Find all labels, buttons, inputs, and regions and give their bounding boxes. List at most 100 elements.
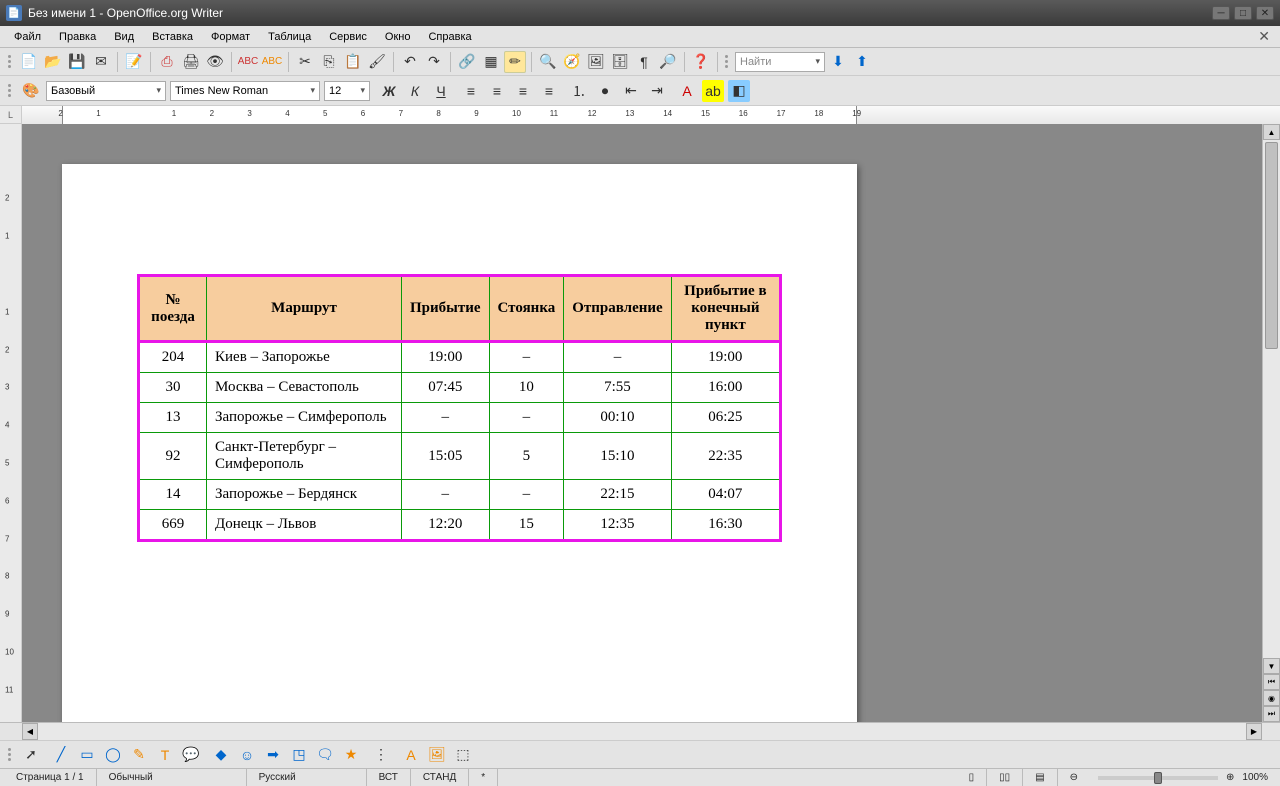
numbered-list-icon[interactable]: ⒈ bbox=[568, 80, 590, 102]
indent-inc-icon[interactable]: ⇥ bbox=[646, 80, 668, 102]
cell-departure[interactable]: 22:15 bbox=[564, 480, 671, 510]
zoom-in-icon[interactable]: ⊕ bbox=[1226, 772, 1234, 783]
cell-route[interactable]: Донецк – Львов bbox=[207, 510, 402, 541]
text-icon[interactable]: T bbox=[154, 744, 176, 766]
rect-icon[interactable]: ▭ bbox=[76, 744, 98, 766]
fontwork-icon[interactable]: A bbox=[400, 744, 422, 766]
stars-icon[interactable]: ★ bbox=[340, 744, 362, 766]
undo-icon[interactable]: ↶ bbox=[399, 51, 421, 73]
save-icon[interactable]: 💾 bbox=[66, 51, 88, 73]
cell-arrival[interactable]: 15:05 bbox=[402, 433, 490, 480]
table-row[interactable]: 669Донецк – Львов12:201512:3516:30 bbox=[139, 510, 781, 541]
print-icon[interactable]: 🖨 bbox=[180, 51, 202, 73]
toolbar-handle-4[interactable] bbox=[6, 746, 14, 763]
italic-icon[interactable]: К bbox=[404, 80, 426, 102]
toolbar-handle-3[interactable] bbox=[6, 82, 14, 99]
points-icon[interactable]: ⋮ bbox=[370, 744, 392, 766]
cell-stop[interactable]: 10 bbox=[489, 373, 564, 403]
prev-page-icon[interactable]: ⏮ bbox=[1263, 674, 1280, 690]
table-row[interactable]: 13Запорожье – Симферополь––00:1006:25 bbox=[139, 403, 781, 433]
cell-route[interactable]: Киев – Запорожье bbox=[207, 342, 402, 373]
line-icon[interactable]: ╱ bbox=[50, 744, 72, 766]
close-button[interactable]: ✕ bbox=[1256, 6, 1274, 20]
table-row[interactable]: 92Санкт-Петербург – Симферополь15:05515:… bbox=[139, 433, 781, 480]
open-icon[interactable]: 📂 bbox=[42, 51, 64, 73]
find-icon[interactable]: 🔍 bbox=[537, 51, 559, 73]
ruler-vertical[interactable]: 211234567891011 bbox=[0, 124, 22, 722]
view-layout-multi-icon[interactable]: ▯▯ bbox=[987, 769, 1023, 786]
menu-edit[interactable]: Правка bbox=[51, 29, 104, 45]
status-page[interactable]: Страница 1 / 1 bbox=[4, 769, 97, 786]
cell-num[interactable]: 30 bbox=[139, 373, 207, 403]
extrusion-icon[interactable]: ⬚ bbox=[452, 744, 474, 766]
cell-num[interactable]: 14 bbox=[139, 480, 207, 510]
font-name-select[interactable]: Times New Roman bbox=[170, 81, 320, 101]
nonprint-icon[interactable]: ¶ bbox=[633, 51, 655, 73]
menu-window[interactable]: Окно bbox=[377, 29, 419, 45]
cell-departure[interactable]: 00:10 bbox=[564, 403, 671, 433]
cell-departure[interactable]: 15:10 bbox=[564, 433, 671, 480]
cell-departure[interactable]: 7:55 bbox=[564, 373, 671, 403]
edit-doc-icon[interactable]: 📝 bbox=[123, 51, 145, 73]
navigator-icon[interactable]: 🧭 bbox=[561, 51, 583, 73]
new-icon[interactable]: 📄 bbox=[18, 51, 40, 73]
datasources-icon[interactable]: 🗄 bbox=[609, 51, 631, 73]
cell-arrival[interactable]: – bbox=[402, 403, 490, 433]
table-icon[interactable]: ▦ bbox=[480, 51, 502, 73]
basic-shapes-icon[interactable]: ◆ bbox=[210, 744, 232, 766]
bg-color-icon[interactable]: ◧ bbox=[728, 80, 750, 102]
preview-icon[interactable]: 👁 bbox=[204, 51, 226, 73]
scroll-right-icon[interactable]: ▶ bbox=[1246, 723, 1262, 740]
align-left-icon[interactable]: ≡ bbox=[460, 80, 482, 102]
cell-departure[interactable]: 12:35 bbox=[564, 510, 671, 541]
pdf-icon[interactable]: ⎙ bbox=[156, 51, 178, 73]
status-insert[interactable]: ВСТ bbox=[367, 769, 411, 786]
bold-icon[interactable]: Ж bbox=[378, 80, 400, 102]
scroll-left-icon[interactable]: ◀ bbox=[22, 723, 38, 740]
table-row[interactable]: 204Киев – Запорожье19:00––19:00 bbox=[139, 342, 781, 373]
email-icon[interactable]: ✉ bbox=[90, 51, 112, 73]
cut-icon[interactable]: ✂ bbox=[294, 51, 316, 73]
menu-help[interactable]: Справка bbox=[420, 29, 479, 45]
callouts-icon[interactable]: 🗨 bbox=[314, 744, 336, 766]
search-input[interactable]: Найти bbox=[735, 52, 825, 72]
scroll-up-icon[interactable]: ▲ bbox=[1263, 124, 1280, 140]
status-language[interactable]: Русский bbox=[247, 769, 367, 786]
menu-table[interactable]: Таблица bbox=[260, 29, 319, 45]
cell-arrival[interactable]: 07:45 bbox=[402, 373, 490, 403]
cell-num[interactable]: 669 bbox=[139, 510, 207, 541]
cell-num[interactable]: 204 bbox=[139, 342, 207, 373]
align-right-icon[interactable]: ≡ bbox=[512, 80, 534, 102]
cell-stop[interactable]: – bbox=[489, 403, 564, 433]
view-layout-single-icon[interactable]: ▯ bbox=[957, 769, 988, 786]
from-file-icon[interactable]: 🖼 bbox=[426, 744, 448, 766]
cell-final[interactable]: 16:00 bbox=[671, 373, 780, 403]
cell-arrival[interactable]: – bbox=[402, 480, 490, 510]
gallery-icon[interactable]: 🖼 bbox=[585, 51, 607, 73]
symbol-shapes-icon[interactable]: ☺ bbox=[236, 744, 258, 766]
cell-stop[interactable]: – bbox=[489, 342, 564, 373]
callout-icon[interactable]: 💬 bbox=[180, 744, 202, 766]
zoom-out-icon[interactable]: ⊖ bbox=[1058, 769, 1090, 786]
toolbar-handle-2[interactable] bbox=[723, 53, 731, 70]
search-up-icon[interactable]: ⬆ bbox=[851, 51, 873, 73]
zoom-icon[interactable]: 🔎 bbox=[657, 51, 679, 73]
horizontal-scrollbar[interactable]: ◀ ▶ bbox=[0, 722, 1280, 740]
align-center-icon[interactable]: ≡ bbox=[486, 80, 508, 102]
status-style[interactable]: Обычный bbox=[97, 769, 247, 786]
cell-stop[interactable]: 5 bbox=[489, 433, 564, 480]
cell-final[interactable]: 22:35 bbox=[671, 433, 780, 480]
copy-icon[interactable]: ⎘ bbox=[318, 51, 340, 73]
search-down-icon[interactable]: ⬇ bbox=[827, 51, 849, 73]
cell-final[interactable]: 06:25 bbox=[671, 403, 780, 433]
menu-tools[interactable]: Сервис bbox=[321, 29, 375, 45]
cell-final[interactable]: 19:00 bbox=[671, 342, 780, 373]
close-doc-button[interactable]: ✕ bbox=[1254, 28, 1274, 45]
select-icon[interactable]: ➚ bbox=[20, 744, 42, 766]
next-page-icon[interactable]: ⏭ bbox=[1263, 706, 1280, 722]
cell-departure[interactable]: – bbox=[564, 342, 671, 373]
menu-view[interactable]: Вид bbox=[106, 29, 142, 45]
train-schedule-table[interactable]: № поезда Маршрут Прибытие Стоянка Отправ… bbox=[137, 274, 782, 542]
table-row[interactable]: 14Запорожье – Бердянск––22:1504:07 bbox=[139, 480, 781, 510]
table-row[interactable]: 30Москва – Севастополь07:45107:5516:00 bbox=[139, 373, 781, 403]
